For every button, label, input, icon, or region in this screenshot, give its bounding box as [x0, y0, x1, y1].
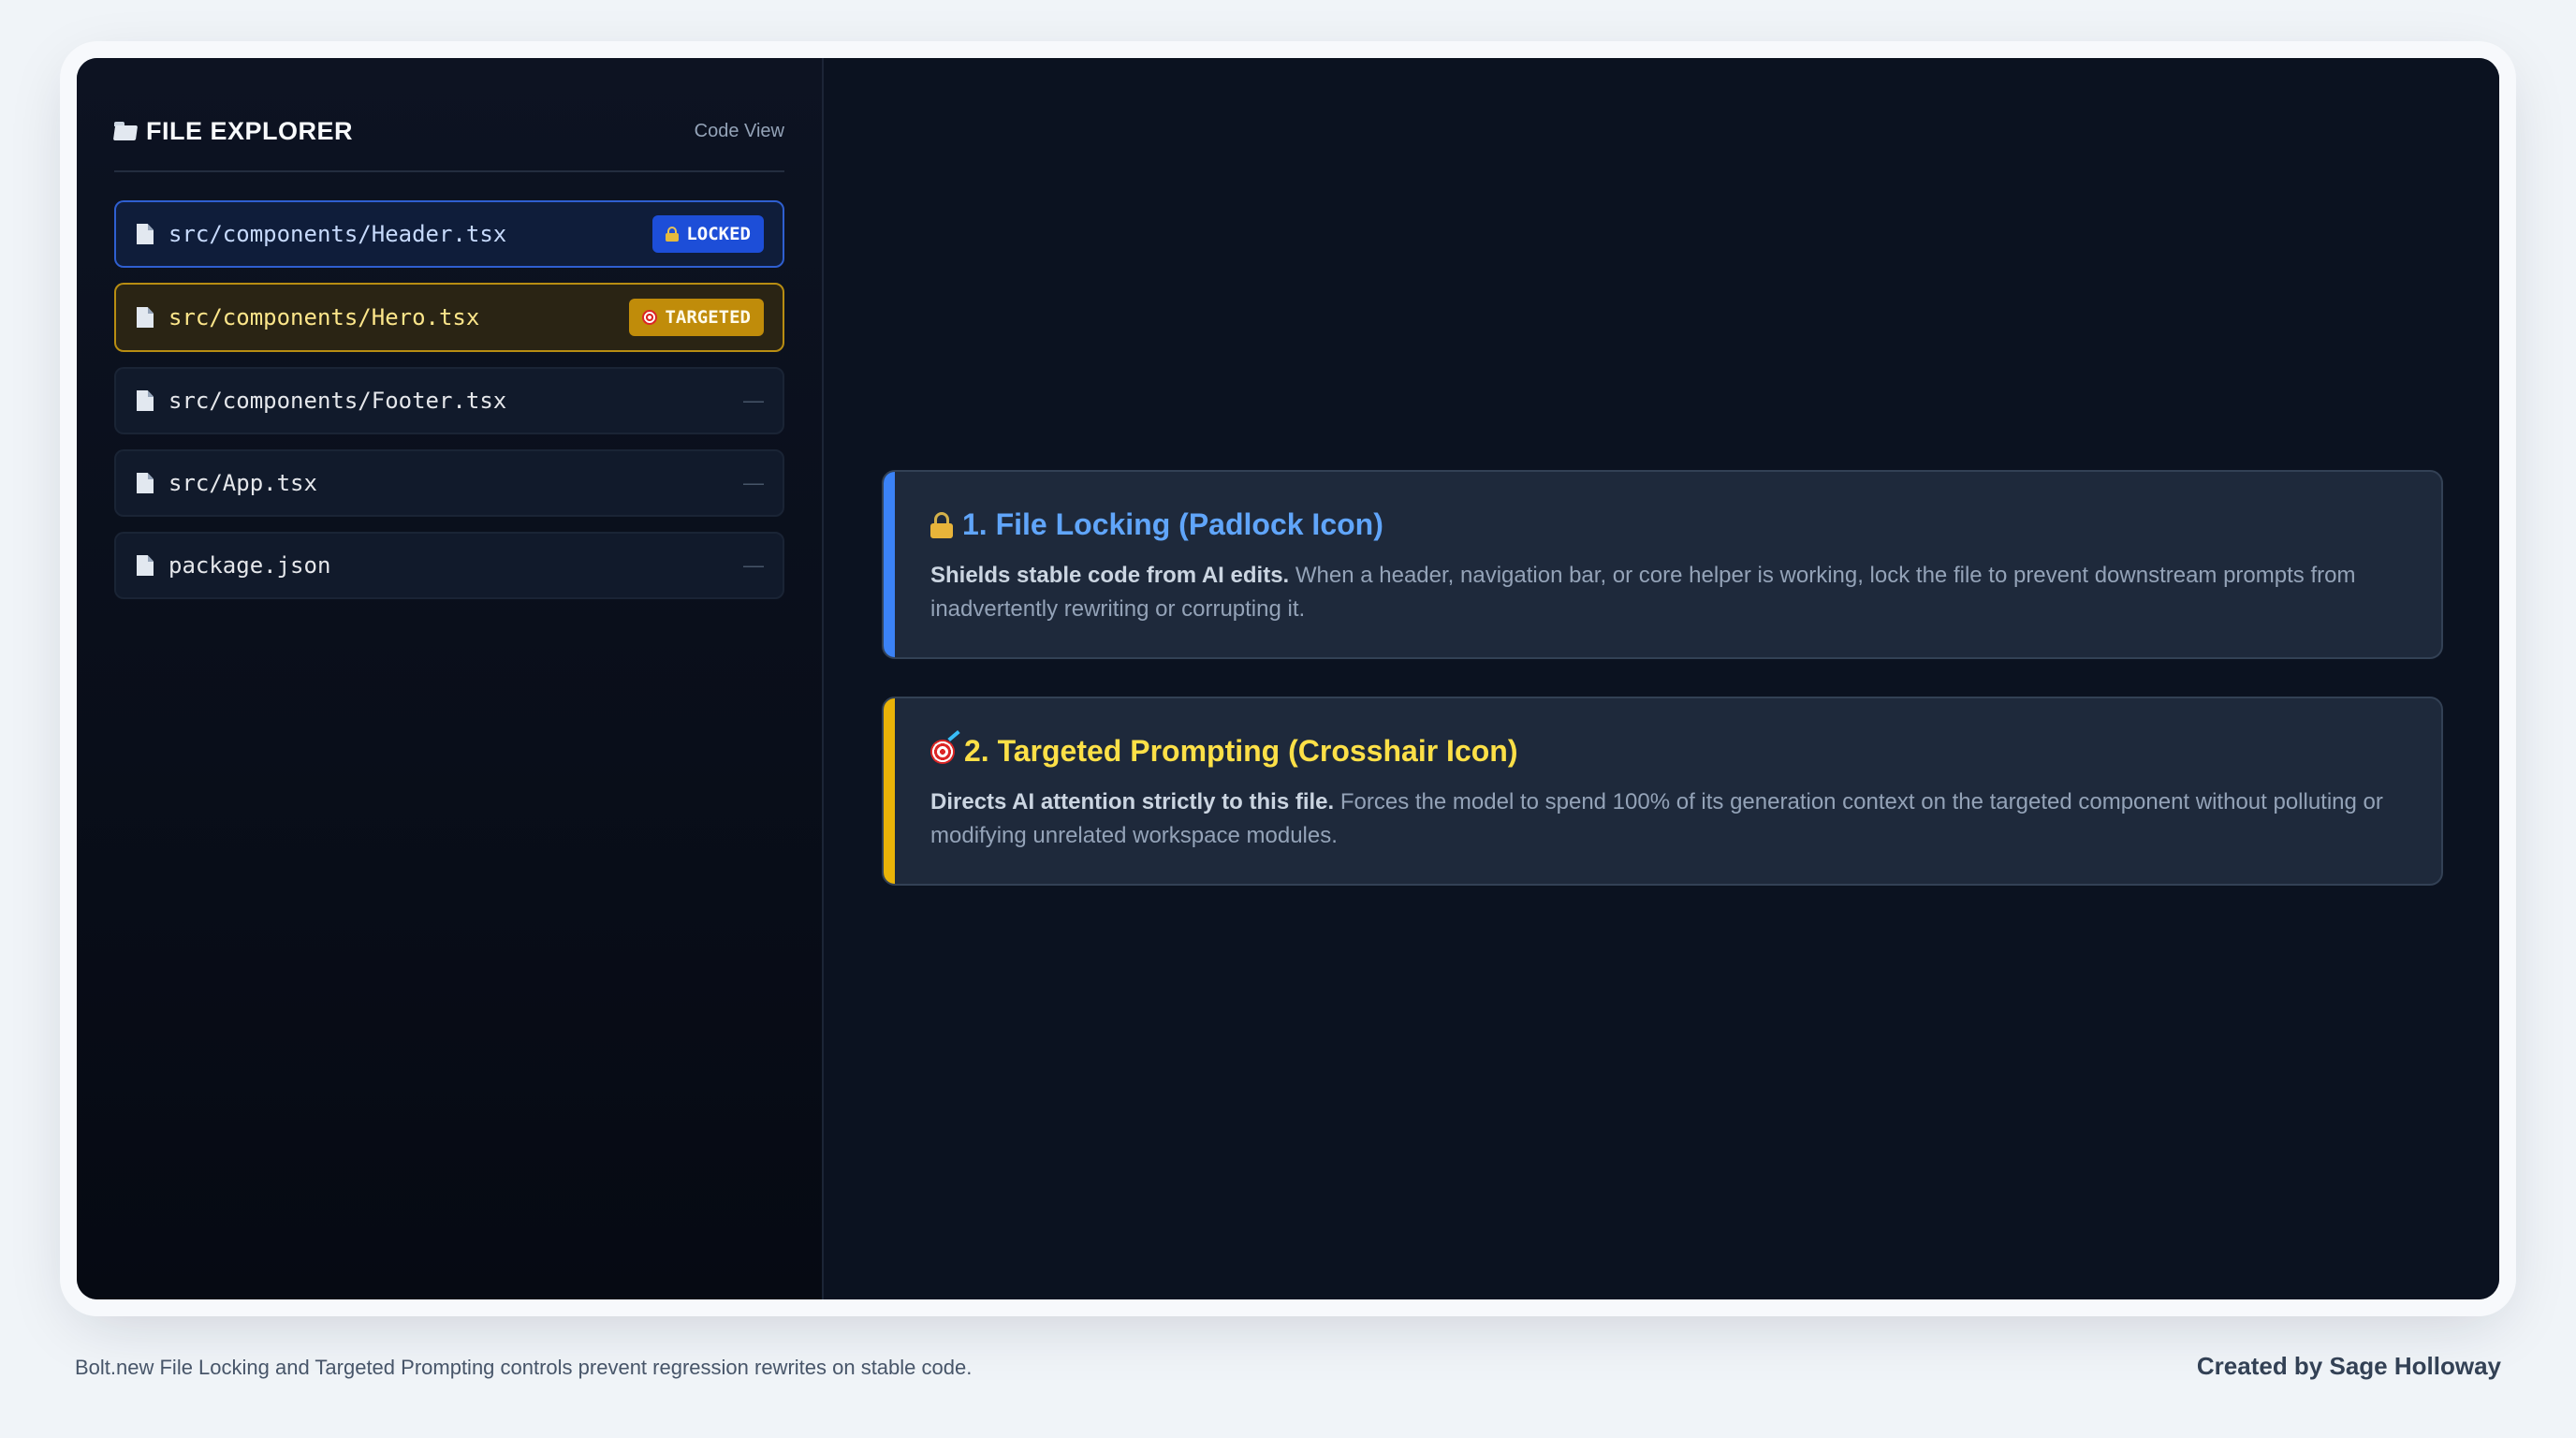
targeted-prompting-card: 2. Targeted Prompting (Crosshair Icon) D… — [882, 697, 2443, 886]
file-name: src/App.tsx — [168, 470, 317, 496]
status-placeholder: — — [743, 389, 764, 412]
file-row-package[interactable]: package.json — — [114, 532, 784, 599]
file-icon — [137, 307, 154, 328]
file-name: src/components/Footer.tsx — [168, 388, 507, 414]
targeted-badge[interactable]: TARGETED — [629, 299, 764, 336]
folder-icon — [114, 122, 137, 140]
card-lead: Shields stable code from AI edits. — [930, 563, 1290, 588]
file-icon — [137, 555, 154, 576]
file-explorer-sidebar: FILE EXPLORER Code View src/components/H… — [77, 58, 824, 1299]
card-title: 2. Targeted Prompting (Crosshair Icon) — [930, 734, 2396, 769]
file-row-hero[interactable]: src/components/Hero.tsx TARGETED — [114, 283, 784, 352]
locked-badge[interactable]: LOCKED — [652, 215, 764, 253]
crosshair-icon — [642, 310, 658, 325]
file-explorer-header: FILE EXPLORER Code View — [114, 92, 784, 172]
file-explorer-title: FILE EXPLORER — [114, 117, 353, 146]
card-lead: Directs AI attention strictly to this fi… — [930, 789, 1335, 814]
card-title: 1. File Locking (Padlock Icon) — [930, 507, 2396, 542]
file-name: src/components/Header.tsx — [168, 221, 507, 247]
file-icon — [137, 390, 154, 411]
file-explorer-title-text: FILE EXPLORER — [146, 116, 354, 145]
file-locking-card: 1. File Locking (Padlock Icon) Shields s… — [882, 470, 2443, 659]
author-credit: Created by Sage Holloway — [2196, 1352, 2501, 1380]
crosshair-icon — [930, 739, 955, 764]
badge-label: LOCKED — [686, 224, 751, 244]
app-window: FILE EXPLORER Code View src/components/H… — [77, 58, 2499, 1299]
file-name: package.json — [168, 552, 331, 579]
file-row-app[interactable]: src/App.tsx — — [114, 449, 784, 517]
status-placeholder: — — [743, 471, 764, 494]
card-title-text: 1. File Locking (Padlock Icon) — [962, 507, 1383, 541]
file-icon — [137, 473, 154, 493]
main-panel: 1. File Locking (Padlock Icon) Shields s… — [824, 58, 2499, 1299]
file-row-footer[interactable]: src/components/Footer.tsx — — [114, 367, 784, 434]
footer-caption: Bolt.new File Locking and Targeted Promp… — [75, 1356, 973, 1379]
status-placeholder: — — [743, 553, 764, 577]
card-description: Directs AI attention strictly to this fi… — [930, 785, 2396, 853]
code-view-link[interactable]: Code View — [695, 121, 784, 142]
padlock-icon — [666, 227, 680, 242]
card-description: Shields stable code from AI edits. When … — [930, 559, 2396, 626]
file-row-header[interactable]: src/components/Header.tsx LOCKED — [114, 200, 784, 268]
padlock-icon — [930, 511, 953, 538]
file-name: src/components/Hero.tsx — [168, 304, 480, 330]
file-icon — [137, 224, 154, 244]
card-title-text: 2. Targeted Prompting (Crosshair Icon) — [964, 734, 1518, 768]
badge-label: TARGETED — [665, 307, 751, 328]
